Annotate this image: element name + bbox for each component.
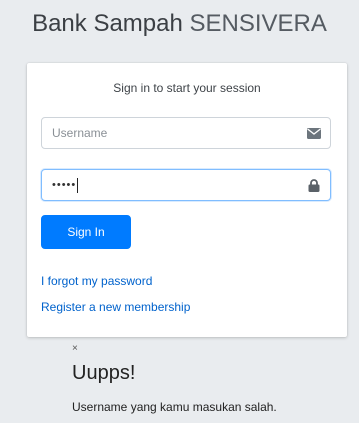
- alert-message: Username yang kamu masukan salah.: [72, 400, 277, 414]
- brand-title: Bank Sampah SENSIVERA: [0, 10, 359, 38]
- password-dots: •••••: [52, 179, 77, 191]
- username-field[interactable]: Username: [41, 117, 331, 149]
- register-link[interactable]: Register a new membership: [41, 300, 190, 314]
- password-field[interactable]: •••••: [41, 169, 331, 201]
- text-caret: [77, 177, 79, 193]
- password-input[interactable]: •••••: [42, 170, 298, 200]
- brand-name-light: SENSIVERA: [189, 10, 327, 37]
- login-box-message: Sign in to start your session: [113, 81, 261, 95]
- username-input[interactable]: Username: [42, 118, 298, 148]
- forgot-password-link[interactable]: I forgot my password: [41, 274, 152, 288]
- login-card: Sign in to start your session Username •…: [27, 63, 347, 337]
- alert-close-button[interactable]: ×: [72, 343, 78, 354]
- envelope-icon: [298, 118, 330, 148]
- lock-icon: [298, 170, 330, 200]
- alert-title: Uupps!: [72, 362, 136, 384]
- brand-name-bold: Bank Sampah: [32, 10, 183, 37]
- sign-in-button[interactable]: Sign In: [41, 215, 131, 249]
